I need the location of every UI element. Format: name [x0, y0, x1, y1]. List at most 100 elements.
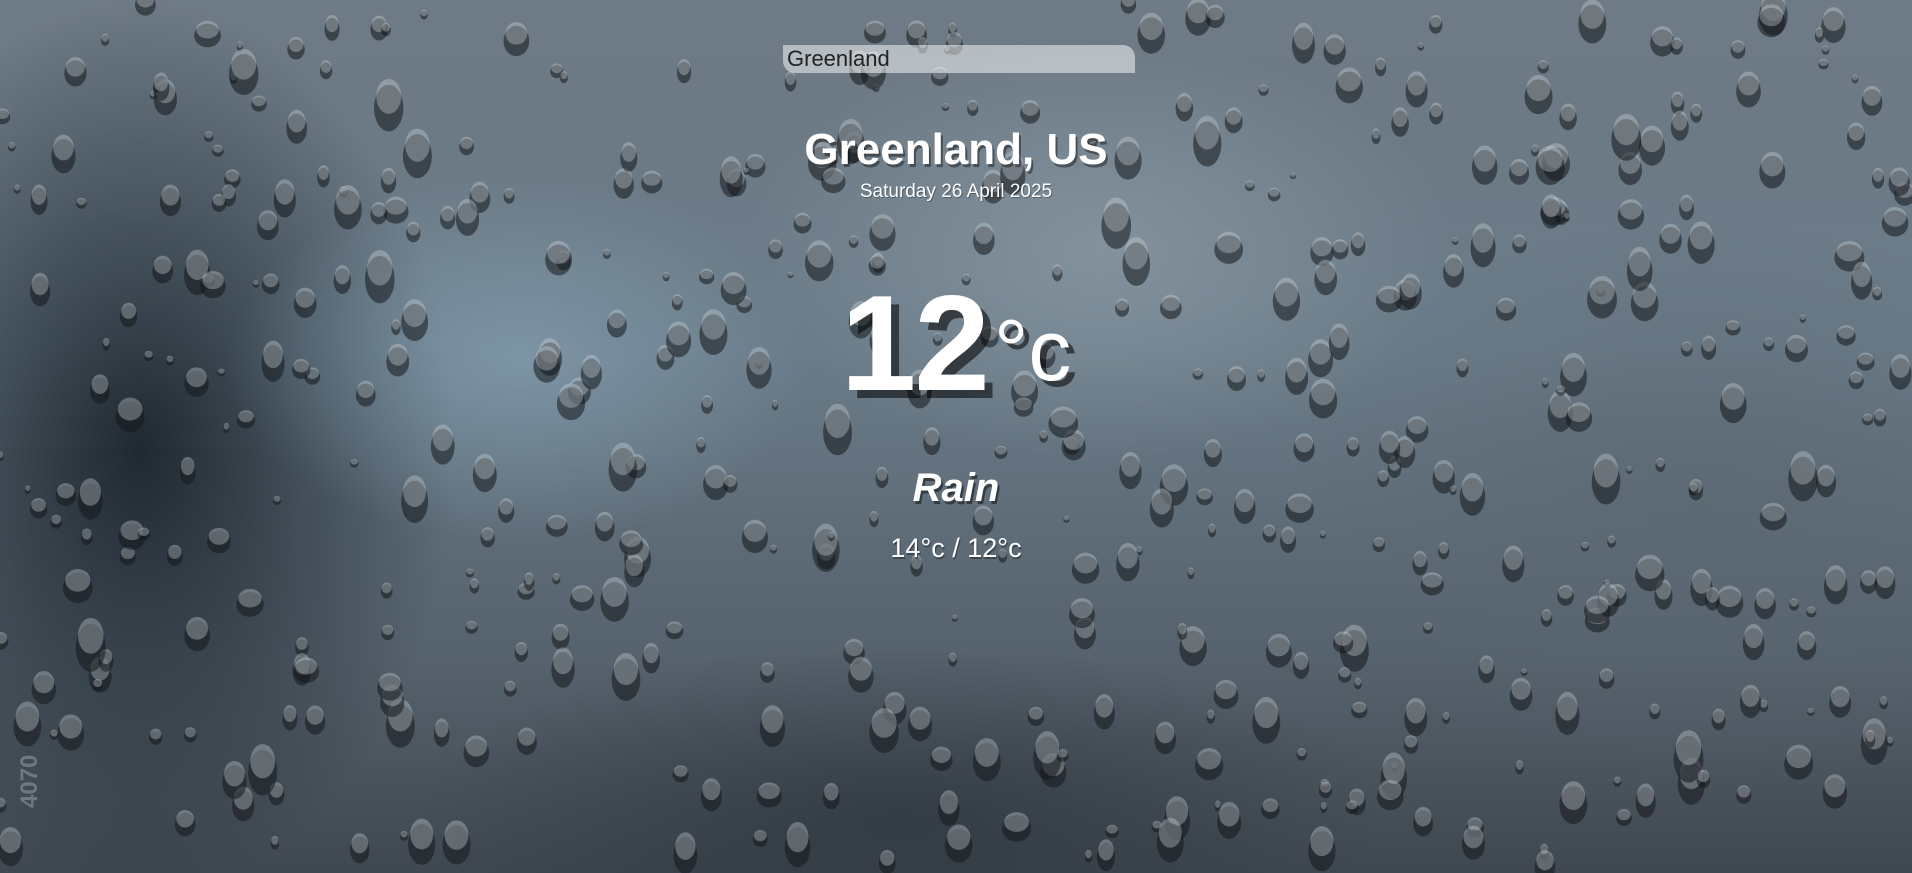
raindrop	[50, 514, 62, 529]
raindrop	[153, 72, 170, 101]
raindrop	[1829, 685, 1852, 718]
raindrop	[759, 705, 786, 748]
raindrop	[349, 833, 370, 864]
raindrop	[1404, 697, 1428, 737]
raindrop	[1292, 22, 1315, 64]
raindrop	[433, 718, 450, 747]
raindrop	[948, 652, 958, 667]
raindrop	[57, 714, 85, 751]
raindrop	[930, 746, 953, 772]
raindrop	[1754, 588, 1776, 620]
raindrop	[1350, 232, 1366, 257]
raindrop	[174, 810, 196, 837]
raindrop	[1195, 747, 1224, 781]
raindrop	[1084, 849, 1093, 863]
raindrop	[938, 790, 960, 826]
raindrop	[469, 578, 480, 594]
raindrop	[1715, 585, 1744, 618]
raindrop	[455, 198, 480, 236]
raindrop	[465, 620, 478, 634]
raindrop	[1403, 735, 1419, 754]
search-input[interactable]	[783, 45, 1135, 73]
raindrop	[1851, 74, 1859, 84]
raindrop	[503, 21, 530, 57]
raindrop	[1423, 622, 1434, 634]
raindrop	[1555, 691, 1580, 735]
raindrop	[822, 782, 840, 810]
raindrop	[1789, 598, 1799, 611]
raindrop	[1413, 806, 1434, 837]
raindrop	[1540, 609, 1553, 627]
raindrop	[752, 830, 768, 847]
raindrop	[380, 582, 393, 599]
raindrop	[1154, 721, 1177, 755]
raindrop	[287, 36, 305, 60]
raindrop	[784, 71, 797, 92]
raindrop	[75, 617, 106, 672]
raindrop	[1784, 744, 1814, 780]
raindrop	[304, 705, 326, 735]
raindrop	[1598, 668, 1615, 689]
raindrop	[1881, 206, 1909, 237]
temperature-display: 12°c	[0, 268, 1912, 418]
raindrop	[551, 623, 570, 650]
raindrop	[1293, 433, 1315, 462]
weather-condition: Rain	[912, 466, 1000, 510]
raindrop	[251, 95, 267, 112]
raindrop	[324, 14, 340, 41]
raindrop	[1879, 696, 1889, 710]
raindrop	[1214, 231, 1244, 264]
raindrop	[559, 71, 568, 84]
raindrop	[1865, 729, 1876, 748]
raindrop	[1742, 623, 1765, 661]
raindrop	[1258, 84, 1269, 96]
raindrop	[1613, 776, 1622, 787]
raindrop	[1690, 103, 1703, 123]
raindrop	[222, 760, 247, 800]
raindrop	[1704, 587, 1720, 611]
raindrop	[1822, 774, 1848, 809]
raindrop	[1001, 812, 1032, 842]
raindrop	[516, 727, 537, 755]
raindrop	[1635, 783, 1656, 818]
raindrop	[370, 201, 388, 225]
raindrop	[282, 704, 298, 731]
raindrop	[1821, 45, 1830, 55]
raindrop	[1711, 708, 1726, 731]
raindrop	[1027, 706, 1045, 726]
raindrop	[994, 445, 1008, 459]
temperature-unit: °c	[993, 303, 1072, 399]
raindrop	[760, 662, 775, 683]
raindrop	[406, 221, 421, 243]
raindrop	[293, 657, 320, 684]
raindrop	[184, 727, 197, 743]
raindrop	[878, 849, 896, 873]
raindrop	[1537, 60, 1549, 74]
raindrop	[1650, 26, 1675, 57]
watermark-text: 4070	[16, 754, 43, 808]
raindrop	[1039, 430, 1048, 443]
raindrop	[1649, 703, 1661, 720]
hi-low-temperature: 14°c / 12°c	[890, 533, 1022, 563]
raindrop	[256, 210, 279, 241]
raindrop	[236, 588, 264, 617]
raindrop	[1806, 606, 1817, 618]
raindrop	[551, 647, 575, 688]
raindrop	[1670, 37, 1683, 55]
raindrop	[1187, 567, 1195, 580]
raindrop	[907, 706, 933, 742]
raindrop	[420, 9, 428, 20]
raindrop	[1346, 437, 1360, 457]
raindrop	[503, 680, 517, 697]
raindrop	[1442, 711, 1450, 724]
raindrop	[523, 572, 535, 591]
raindrop	[1696, 769, 1711, 789]
raindrop	[1524, 75, 1553, 115]
raindrop	[1739, 684, 1762, 718]
raindrop	[793, 212, 812, 234]
raindrop	[0, 632, 9, 650]
raindrop	[465, 568, 475, 578]
raindrop	[1338, 667, 1352, 683]
photo-watermark: 4070	[16, 755, 78, 808]
raindrop	[756, 782, 782, 808]
